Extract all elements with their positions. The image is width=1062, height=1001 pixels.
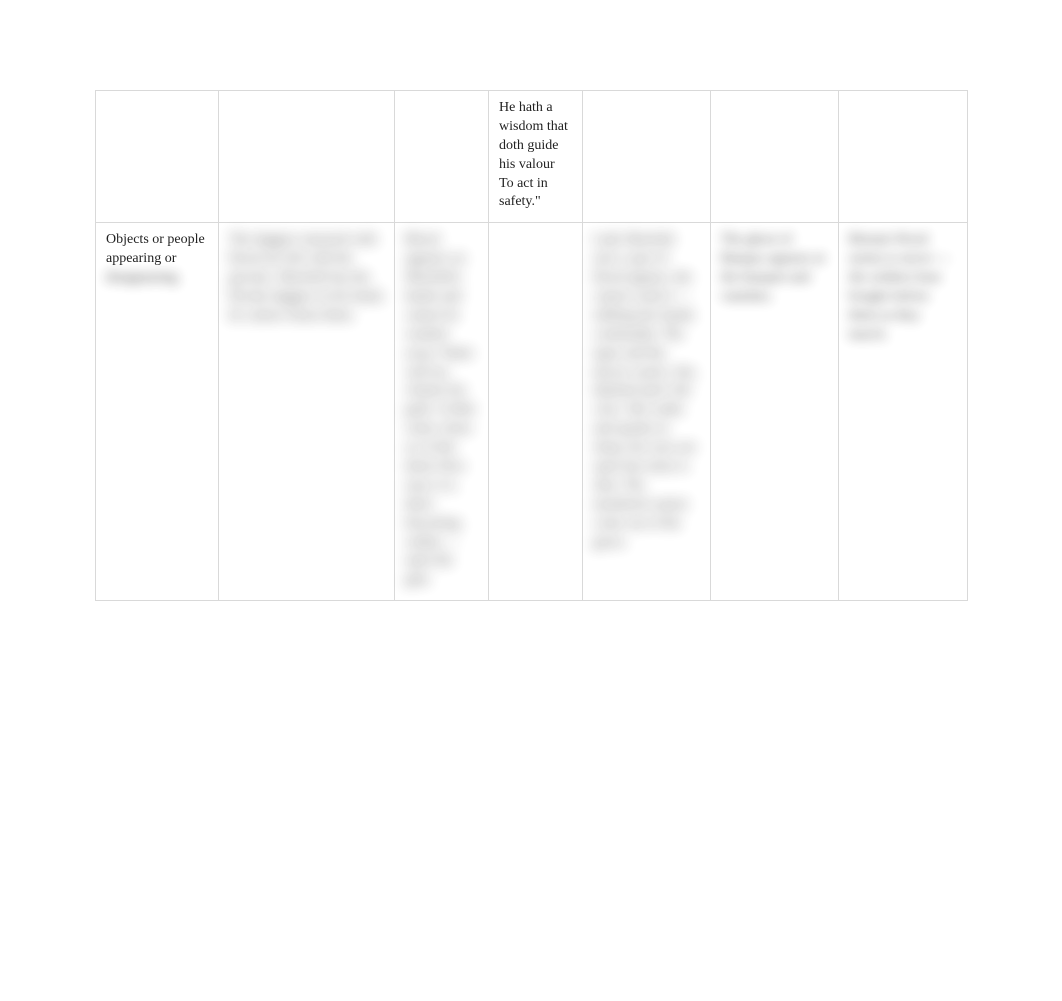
cell-r1-c7 [839,91,968,223]
cell-r1-c5 [583,91,711,223]
analysis-table: He hath a wisdom that doth guide his val… [95,90,968,601]
cell-r2-c7: Birnam Wood seems to move — the soldiers… [839,223,968,601]
cell-r1-c6 [711,91,839,223]
cell-r1-c4: He hath a wisdom that doth guide his val… [489,91,583,223]
cell-r2-c3: Blood appears on Macbeth's hands and can… [395,223,489,601]
cell-r1-c1 [96,91,219,223]
page: He hath a wisdom that doth guide his val… [0,0,1062,1001]
blurred-text: The ghost of Banquo appears at the banqu… [721,231,828,307]
cell-r2-c5: Lady Macbeth sees a spot of blood appear… [583,223,711,601]
quote-text: He hath a wisdom that doth guide his val… [499,100,568,209]
cell-r2-c2: The daggers smeared with blood are left … [219,223,395,601]
blurred-text: Birnam Wood seems to move — the soldiers… [849,231,957,344]
cell-r1-c3 [395,91,489,223]
row-label-blurred: disappearing [106,269,178,288]
blurred-text: Blood appears on Macbeth's hands and can… [405,231,478,590]
cell-r1-c2 [219,91,395,223]
blurred-text: The daggers smeared with blood are left … [229,231,384,325]
table-row: Objects or people appearing or disappear… [96,223,968,601]
cell-r2-c1: Objects or people appearing or disappear… [96,223,219,601]
blurred-text: Lady Macbeth sees a spot of blood appear… [593,231,700,552]
cell-r2-c4 [489,223,583,601]
cell-r2-c6: The ghost of Banquo appears at the banqu… [711,223,839,601]
table-row: He hath a wisdom that doth guide his val… [96,91,968,223]
row-label-visible: Objects or people appearing or [106,231,208,269]
